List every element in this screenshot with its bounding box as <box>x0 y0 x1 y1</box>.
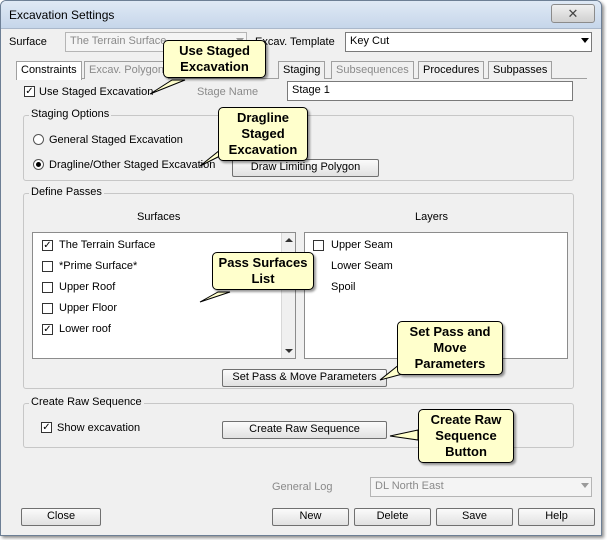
callout-create-raw: Create Raw Sequence Button <box>418 409 514 463</box>
stage-name-label: Stage Name <box>197 86 259 98</box>
surface-checkbox[interactable]: ✓ <box>42 324 53 335</box>
save-label: Save <box>461 510 488 522</box>
chevron-down-icon <box>581 483 589 488</box>
surface-checkbox[interactable] <box>42 303 53 314</box>
dragline-staged-label: Dragline/Other Staged Excavation <box>49 159 216 171</box>
general-staged-label: General Staged Excavation <box>49 134 183 146</box>
window-close-button[interactable]: ✕ <box>551 4 595 23</box>
scroll-up-icon[interactable] <box>285 238 293 242</box>
layer-checkbox[interactable] <box>313 240 324 251</box>
help-button[interactable]: Help <box>518 508 595 526</box>
surface-checkbox[interactable]: ✓ <box>42 240 53 251</box>
save-button[interactable]: Save <box>436 508 513 526</box>
close-icon: ✕ <box>567 6 579 21</box>
tab-constraints[interactable]: Constraints <box>16 61 82 80</box>
use-staged-checkbox[interactable]: ✓ <box>24 86 35 97</box>
list-item[interactable]: The Terrain Surface <box>59 239 155 251</box>
surfaces-header: Surfaces <box>137 211 181 223</box>
list-item[interactable]: Lower roof <box>59 323 111 335</box>
set-pass-move-parameters-label: Set Pass & Move Parameters <box>232 371 377 383</box>
stage-name-field[interactable]: Stage 1 <box>287 81 573 101</box>
new-button[interactable]: New <box>272 508 349 526</box>
general-staged-radio[interactable] <box>33 134 44 145</box>
list-item[interactable]: Spoil <box>331 281 355 293</box>
layers-header: Layers <box>415 211 449 223</box>
surface-checkbox[interactable] <box>42 282 53 293</box>
title-bar[interactable]: Excavation Settings ✕ <box>1 1 601 29</box>
callout-dragline: Dragline Staged Excavation <box>218 107 308 161</box>
draw-limiting-polygon-label: Draw Limiting Polygon <box>250 161 361 173</box>
staging-options-title: Staging Options <box>29 108 112 120</box>
general-log-label: General Log <box>272 481 333 493</box>
dragline-staged-radio[interactable] <box>33 159 44 170</box>
show-excavation-label: Show excavation <box>57 422 141 434</box>
set-pass-move-parameters-button[interactable]: Set Pass & Move Parameters <box>222 369 387 387</box>
tab-excav-polygon[interactable]: Excav. Polygon <box>84 61 170 79</box>
list-item[interactable]: Upper Roof <box>59 281 115 293</box>
window-title: Excavation Settings <box>9 8 115 22</box>
list-item[interactable]: *Prime Surface* <box>59 260 137 272</box>
list-item[interactable]: Upper Seam <box>331 239 393 251</box>
template-select[interactable]: Key Cut <box>345 32 592 52</box>
help-label: Help <box>545 510 568 522</box>
create-raw-sequence-label: Create Raw Sequence <box>249 423 360 435</box>
delete-button[interactable]: Delete <box>354 508 431 526</box>
surface-checkbox[interactable] <box>42 261 53 272</box>
tab-subpasses[interactable]: Subpasses <box>488 61 553 79</box>
tab-staging[interactable]: Staging <box>278 61 326 79</box>
general-log-select[interactable]: DL North East <box>370 477 592 497</box>
stage-name-value: Stage 1 <box>292 84 330 96</box>
tab-subsequences[interactable]: Subsequences <box>331 61 414 79</box>
use-staged-label: Use Staged Excavation <box>39 86 154 98</box>
callout-use-staged: Use Staged Excavation <box>163 40 266 78</box>
general-log-value: DL North East <box>375 480 444 492</box>
tab-procedures[interactable]: Procedures <box>418 61 485 79</box>
chevron-down-icon <box>581 38 589 43</box>
draw-limiting-polygon-button[interactable]: Draw Limiting Polygon <box>232 159 379 177</box>
surface-value: The Terrain Surface <box>70 35 167 47</box>
callout-pass-surfaces: Pass Surfaces List <box>212 252 314 290</box>
show-excavation-checkbox[interactable]: ✓ <box>41 422 52 433</box>
create-raw-sequence-button[interactable]: Create Raw Sequence <box>222 421 387 439</box>
new-label: New <box>299 510 322 522</box>
create-raw-sequence-title: Create Raw Sequence <box>29 396 144 408</box>
tab-strip: Constraints Excav. Polygon Staging Subse… <box>16 61 587 80</box>
delete-label: Delete <box>376 510 409 522</box>
template-value: Key Cut <box>350 35 390 47</box>
list-item[interactable]: Lower Seam <box>331 260 393 272</box>
list-item[interactable]: Upper Floor <box>59 302 117 314</box>
close-label: Close <box>46 510 76 522</box>
define-passes-title: Define Passes <box>29 186 104 198</box>
template-label: Excav. Template <box>255 36 335 48</box>
scroll-down-icon[interactable] <box>285 349 293 353</box>
close-button[interactable]: Close <box>21 508 101 526</box>
callout-set-pass: Set Pass and Move Parameters <box>397 321 503 375</box>
surface-label: Surface <box>9 36 47 48</box>
